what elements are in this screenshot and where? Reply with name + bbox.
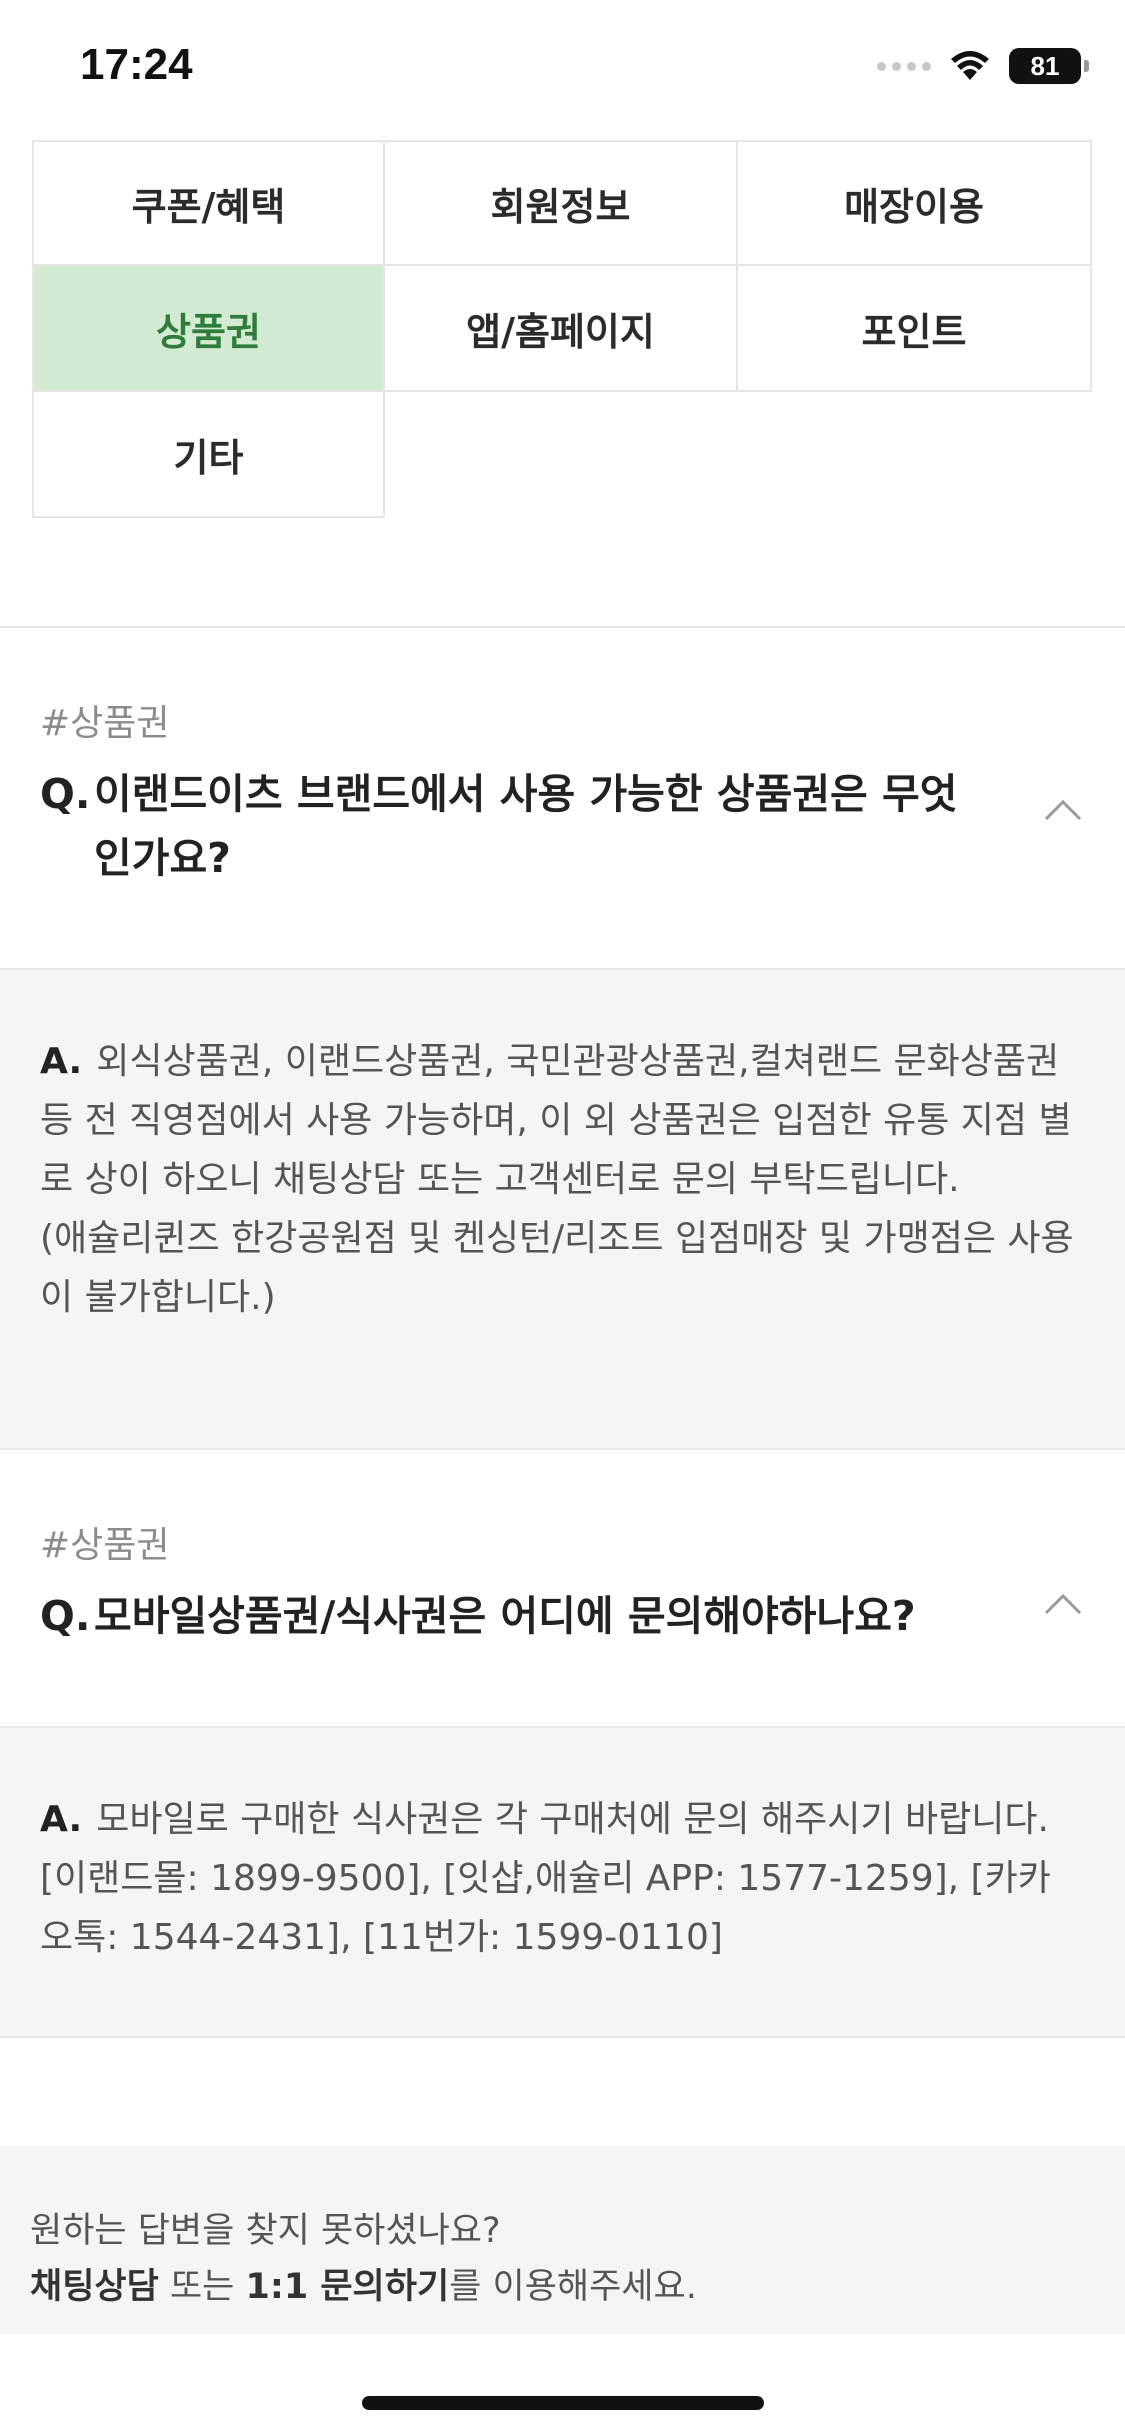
status-time: 17:24 (80, 40, 193, 89)
question-text: 모바일상품권/식사권은 어디에 문의해야하나요? (94, 1592, 916, 1640)
help-text: 원하는 답변을 찾지 못하셨나요? (30, 2211, 501, 2251)
answer-body: 외식상품권, 이랜드상품권, 국민관광상품권,컬쳐랜드 문화상품권 등 전 직영… (40, 1041, 1074, 1318)
q-mark: Q. (40, 1592, 91, 1640)
faq-question-1[interactable]: #상품권 Q. 이랜드이츠 브랜드에서 사용 가능한 상품권은 무엇인가요? (0, 628, 1125, 968)
category-coupon[interactable]: 쿠폰/혜택 (32, 140, 385, 266)
category-app-homepage[interactable]: 앱/홈페이지 (385, 266, 738, 392)
status-bar: 17:24 81 (0, 0, 1125, 132)
chevron-up-icon[interactable] (1043, 1592, 1083, 1616)
answer-text: A. 외식상품권, 이랜드상품권, 국민관광상품권,컬쳐랜드 문화상품권 등 전 … (40, 1032, 1080, 1327)
wifi-icon (951, 51, 989, 80)
answer-text: A. 모바일로 구매한 식사권은 각 구매처에 문의 해주시기 바랍니다. [이랜… (40, 1790, 1080, 1967)
category-member-info[interactable]: 회원정보 (385, 140, 738, 266)
home-indicator[interactable] (362, 2396, 764, 2410)
faq-question-title: Q. 모바일상품권/식사권은 어디에 문의해야하나요? (40, 1584, 980, 1648)
inquiry-link[interactable]: 1:1 문의하기 (245, 2267, 449, 2307)
q-mark: Q. (40, 770, 91, 818)
category-grid: 쿠폰/혜택 회원정보 매장이용 상품권 앱/홈페이지 포인트 기타 (32, 140, 1092, 518)
faq-answer-2: A. 모바일로 구매한 식사권은 각 구매처에 문의 해주시기 바랍니다. [이랜… (0, 1726, 1125, 2038)
help-or-text: 또는 (158, 2267, 246, 2307)
a-mark: A. (40, 1041, 83, 1082)
answer-body: 모바일로 구매한 식사권은 각 구매처에 문의 해주시기 바랍니다. [이랜드몰… (40, 1799, 1051, 1958)
help-box: 원하는 답변을 찾지 못하셨나요? 채팅상담 또는 1:1 문의하기를 이용해주… (0, 2146, 1125, 2334)
a-mark: A. (40, 1799, 83, 1840)
category-gift-card[interactable]: 상품권 (32, 266, 385, 392)
faq-answer-1: A. 외식상품권, 이랜드상품권, 국민관광상품권,컬쳐랜드 문화상품권 등 전 … (0, 968, 1125, 1450)
status-icons: 81 (877, 48, 1089, 84)
help-actions: 채팅상담 또는 1:1 문의하기를 이용해주세요. (30, 2258, 697, 2309)
chevron-up-icon[interactable] (1043, 798, 1083, 822)
battery-level: 81 (1030, 50, 1060, 81)
faq-tag: #상품권 (40, 703, 170, 744)
category-point[interactable]: 포인트 (738, 266, 1092, 392)
signal-icon (877, 61, 931, 71)
category-etc[interactable]: 기타 (32, 392, 385, 518)
help-suffix-text: 를 이용해주세요. (449, 2267, 697, 2307)
chat-consult-link[interactable]: 채팅상담 (30, 2267, 159, 2307)
question-text: 이랜드이츠 브랜드에서 사용 가능한 상품권은 무엇인가요? (94, 770, 958, 882)
faq-question-title: Q. 이랜드이츠 브랜드에서 사용 가능한 상품권은 무엇인가요? (40, 762, 980, 890)
battery-icon: 81 (1009, 48, 1089, 84)
faq-tag: #상품권 (40, 1525, 170, 1566)
category-store-use[interactable]: 매장이용 (738, 140, 1092, 266)
faq-question-2[interactable]: #상품권 Q. 모바일상품권/식사권은 어디에 문의해야하나요? (0, 1450, 1125, 1726)
